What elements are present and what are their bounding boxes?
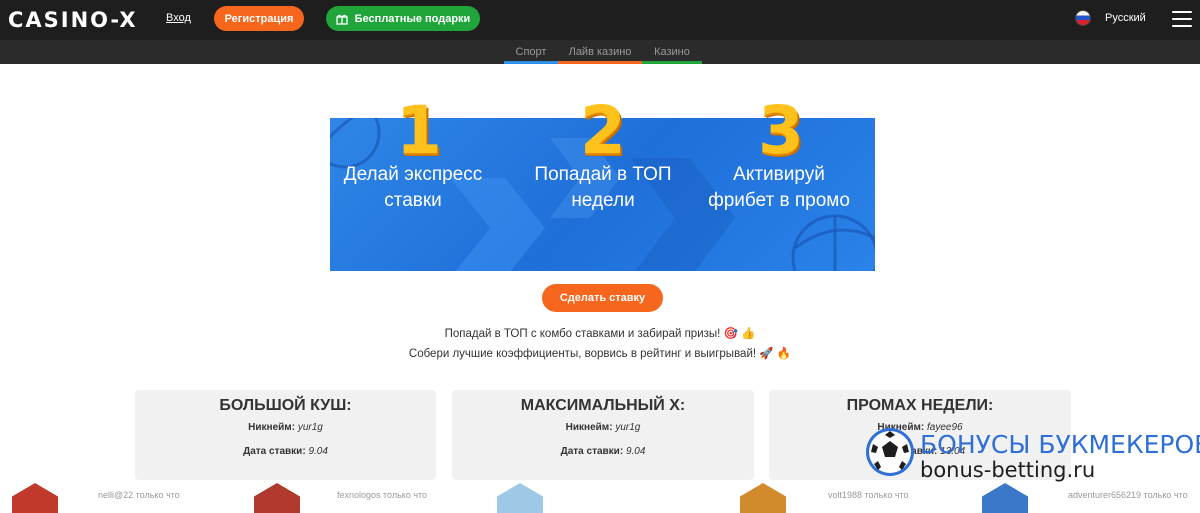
tab-live-casino-label: Лайв казино bbox=[568, 46, 632, 58]
date-value: 9.04 bbox=[308, 446, 328, 457]
step-2-number: 2 bbox=[580, 92, 626, 169]
card-big-win-nick: Никнейм: yur1g bbox=[135, 422, 436, 433]
step-2-text: Попадай в ТОП недели bbox=[518, 162, 688, 214]
tab-live-casino[interactable]: Лайв казино bbox=[558, 40, 642, 64]
tab-live-casino-underline bbox=[558, 61, 642, 64]
ticker-player: fexnologos только что bbox=[337, 490, 428, 500]
casino-logo[interactable]: CASINO-X bbox=[8, 8, 138, 32]
login-link[interactable]: Вход bbox=[166, 12, 191, 24]
card-max-x: МАКСИМАЛЬНЫЙ Х: Никнейм: yur1g Дата став… bbox=[452, 390, 754, 480]
date-label: Дата ставки: bbox=[560, 446, 624, 457]
free-gifts-button[interactable]: Бесплатные подарки bbox=[326, 6, 480, 31]
step-3-text: Активируй фрибет в промо bbox=[694, 162, 864, 214]
nick-label: Никнейм: bbox=[248, 422, 296, 433]
nick-value: yur1g bbox=[615, 422, 641, 433]
tab-sport-label: Спорт bbox=[515, 46, 547, 58]
language-selector[interactable]: Русский bbox=[1105, 12, 1146, 24]
nick-label: Никнейм: bbox=[565, 422, 613, 433]
site-watermark: БОНУСЫ БУКМЕКЕРОВ bonus-betting.ru bbox=[862, 420, 1200, 490]
russia-flag-icon[interactable] bbox=[1075, 10, 1091, 26]
gift-icon bbox=[336, 14, 348, 25]
step-1-line1: Делай экспресс bbox=[343, 164, 483, 185]
category-nav: Спорт Лайв казино Казино bbox=[0, 40, 1200, 64]
make-bet-button[interactable]: Сделать ставку bbox=[542, 284, 663, 312]
promo-text-line-1: Попадай в ТОП с комбо ставками и забирай… bbox=[444, 328, 756, 340]
watermark-title: БОНУСЫ БУКМЕКЕРОВ bbox=[920, 430, 1200, 459]
soccer-ball-icon bbox=[866, 428, 914, 476]
game-thumbnail[interactable] bbox=[497, 483, 543, 513]
game-thumbnail[interactable] bbox=[740, 483, 786, 513]
card-max-x-title: МАКСИМАЛЬНЫЙ Х: bbox=[520, 397, 686, 414]
promo-banner: 1 Делай экспресс ставки 2 Попадай в ТОП … bbox=[330, 92, 875, 271]
card-big-win-date: Дата ставки: 9.04 bbox=[135, 446, 436, 457]
watermark-domain: bonus-betting.ru bbox=[920, 458, 1096, 482]
tab-sport[interactable]: Спорт bbox=[504, 40, 558, 64]
tab-casino[interactable]: Казино bbox=[642, 40, 702, 64]
card-miss-week-title: ПРОМАХ НЕДЕЛИ: bbox=[846, 397, 994, 414]
tab-sport-underline bbox=[504, 61, 558, 64]
step-3-line2: фрибет в промо bbox=[708, 190, 850, 211]
nick-value: yur1g bbox=[297, 422, 323, 433]
step-3-line1: Активируй bbox=[733, 164, 825, 185]
top-header: CASINO-X Вход Регистрация Бесплатные под… bbox=[0, 0, 1200, 40]
step-2-line2: недели bbox=[571, 190, 635, 211]
game-thumbnail[interactable] bbox=[254, 483, 300, 513]
register-button[interactable]: Регистрация bbox=[214, 6, 304, 31]
card-max-x-date: Дата ставки: 9.04 bbox=[452, 446, 754, 457]
free-gifts-label: Бесплатные подарки bbox=[354, 12, 471, 25]
step-1-text: Делай экспресс ставки bbox=[338, 162, 488, 214]
step-2-line1: Попадай в ТОП bbox=[534, 164, 672, 185]
card-big-win: БОЛЬШОЙ КУШ: Никнейм: yur1g Дата ставки:… bbox=[135, 390, 436, 480]
step-3-number: 3 bbox=[758, 92, 804, 169]
promo-text-line-2: Собери лучшие коэффициенты, ворвись в ре… bbox=[408, 348, 792, 360]
date-label: Дата ставки: bbox=[243, 446, 306, 457]
card-big-win-title: БОЛЬШОЙ КУШ: bbox=[219, 397, 352, 414]
ticker-player: adventurer656219 только что bbox=[1068, 490, 1188, 500]
game-thumbnail[interactable] bbox=[12, 483, 58, 513]
ticker-player: volt1988 только что bbox=[828, 490, 909, 500]
date-value: 9.04 bbox=[625, 446, 646, 457]
card-max-x-nick: Никнейм: yur1g bbox=[452, 422, 754, 433]
step-1-line2: ставки bbox=[384, 190, 442, 211]
ticker-player: nelli@22 только что bbox=[98, 490, 180, 500]
hamburger-menu-icon[interactable] bbox=[1172, 11, 1192, 27]
tab-casino-underline bbox=[642, 61, 702, 64]
tab-casino-label: Казино bbox=[654, 46, 690, 58]
step-1-number: 1 bbox=[396, 92, 442, 169]
